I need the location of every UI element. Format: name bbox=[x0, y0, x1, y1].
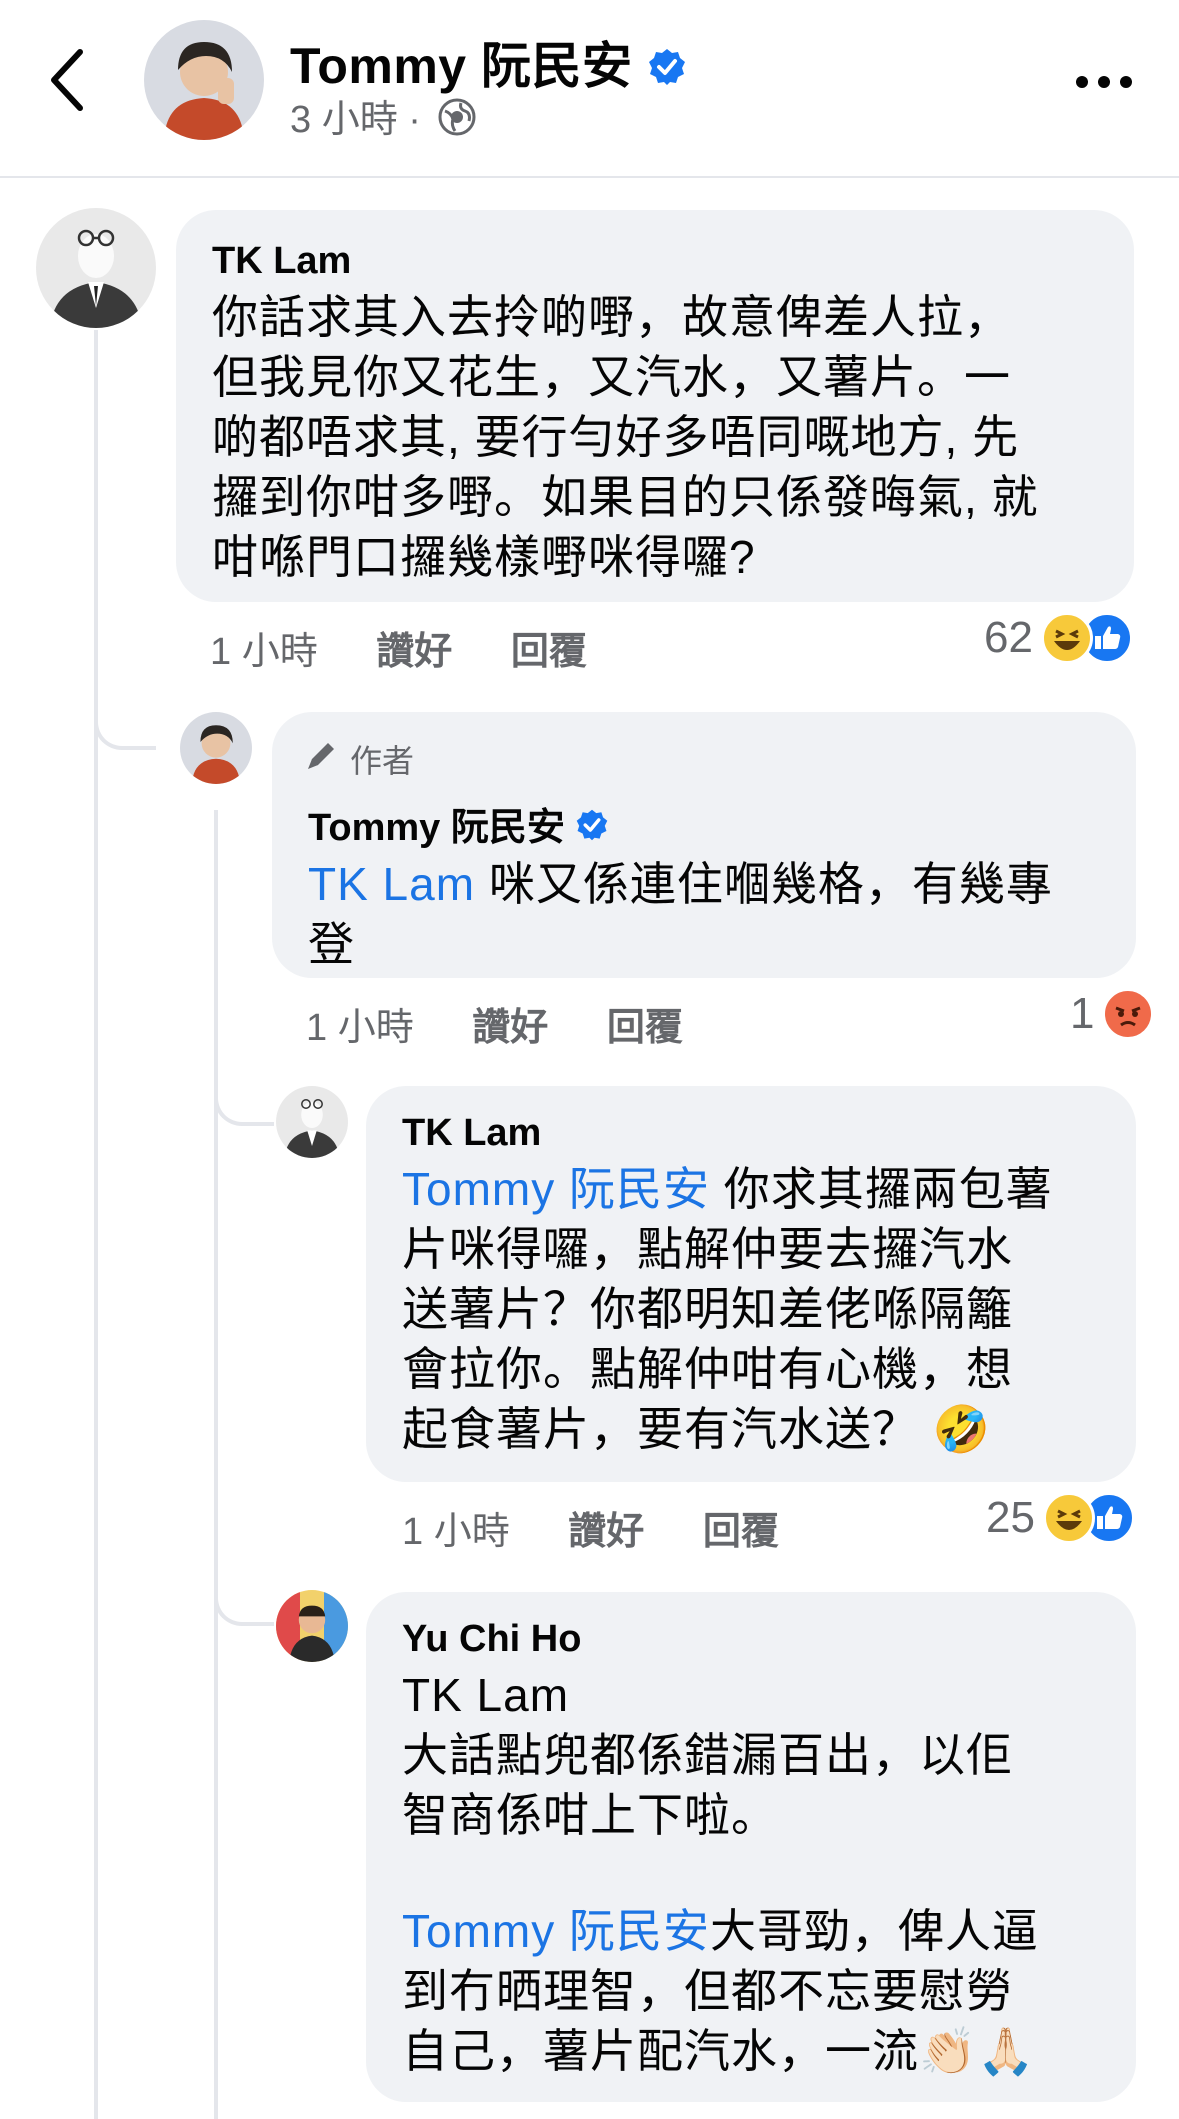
thread-connector bbox=[94, 640, 156, 750]
commenter-avatar[interactable] bbox=[276, 1086, 348, 1158]
comment-line: 大話點兜都係錯漏百出，以佢 bbox=[402, 1729, 1013, 1781]
author-badge: 作者 bbox=[304, 736, 1100, 782]
comment-bubble[interactable]: TK Lam Tommy 阮民安 你求其攞兩包薯 片咪得囉，點解仲要去攞汽水 送… bbox=[366, 1086, 1136, 1482]
comment-line: 咁喺門口攞幾樣嘢咪得囉? bbox=[212, 531, 756, 583]
comment-line: 會拉你。點解仲咁有心機，想 bbox=[402, 1343, 1013, 1395]
comment-line: 你求其攞兩包薯 bbox=[710, 1163, 1053, 1215]
author-avatar[interactable] bbox=[144, 20, 264, 140]
globe-icon bbox=[437, 97, 477, 147]
comment-line: 啲都唔求其, 要行勻好多唔同嘅地方, 先 bbox=[212, 411, 1020, 463]
comment-line: 你話求其入去拎啲嘢，故意俾差人拉， bbox=[212, 291, 1011, 343]
comment-line: 自己，薯片配汽水，一流👏🏻🙏🏻 bbox=[402, 2025, 1036, 2077]
reply-button[interactable]: 回覆 bbox=[607, 996, 683, 1051]
comment-line: 起食薯片，要有汽水送？ 🤣 bbox=[402, 1403, 992, 1455]
mention-link[interactable]: Tommy 阮民安 bbox=[402, 1163, 710, 1215]
commenter-name[interactable]: TK Lam bbox=[402, 1112, 1100, 1155]
comment-time: 1 小時 bbox=[306, 1007, 414, 1049]
comment-text: TK Lam 大話點兜都係錯漏百出，以佢 智商係咁上下啦。 Tommy 阮民安大… bbox=[402, 1665, 1100, 2081]
like-button[interactable]: 讚好 bbox=[376, 620, 452, 675]
post-time: 3 小時 · bbox=[290, 99, 421, 141]
reaction-count: 62 bbox=[984, 613, 1033, 662]
comment-line: 但我見你又花生，又汽水，又薯片。一 bbox=[212, 351, 1011, 403]
reaction-count: 1 bbox=[1070, 989, 1095, 1038]
reaction-count: 25 bbox=[986, 1493, 1035, 1542]
comment-text: Tommy 阮民安 你求其攞兩包薯 片咪得囉，點解仲要去攞汽水 送薯片？你都明知… bbox=[402, 1159, 1100, 1459]
like-button[interactable]: 讚好 bbox=[472, 996, 548, 1051]
author-badge-label: 作者 bbox=[350, 743, 415, 779]
comment-actions: 1 小時 讚好 回覆 bbox=[210, 620, 635, 675]
like-button[interactable]: 讚好 bbox=[568, 1500, 644, 1555]
angry-reaction-icon bbox=[1102, 988, 1155, 1040]
comment-bubble[interactable]: TK Lam 你話求其入去拎啲嘢，故意俾差人拉， 但我見你又花生，又汽水，又薯片… bbox=[176, 210, 1134, 602]
comment-line: 大哥勁，俾人逼 bbox=[710, 1905, 1039, 1957]
post-meta: 3 小時 · bbox=[290, 88, 477, 147]
comment-line: 送薯片？你都明知差佬喺隔籬 bbox=[402, 1283, 1013, 1335]
reaction-summary[interactable]: 25 bbox=[986, 1492, 1135, 1544]
thread-connector bbox=[214, 1040, 274, 1126]
haha-reaction-icon bbox=[1042, 1492, 1095, 1544]
haha-reaction-icon bbox=[1040, 612, 1093, 664]
mention-link[interactable]: TK Lam bbox=[308, 858, 475, 910]
verified-badge-icon bbox=[575, 808, 609, 852]
comment-text: 你話求其入去拎啲嘢，故意俾差人拉， 但我見你又花生，又汽水，又薯片。一 啲都唔求… bbox=[212, 287, 1098, 587]
comment-line: 咪又係連住嗰幾格，有幾專 bbox=[475, 857, 1053, 910]
comment-time: 1 小時 bbox=[402, 1511, 510, 1553]
post-header: Tommy 阮民安 3 小時 · bbox=[0, 0, 1179, 178]
comment-line: 智商係咁上下啦。 bbox=[402, 1789, 778, 1841]
comment-bubble[interactable]: 作者 Tommy 阮民安 TK Lam 咪又係連住嗰幾格，有幾專 登 bbox=[272, 712, 1136, 978]
reply-button[interactable]: 回覆 bbox=[703, 1500, 779, 1555]
reaction-summary[interactable]: 62 bbox=[984, 612, 1133, 664]
commenter-avatar[interactable] bbox=[276, 1590, 348, 1662]
comment-line: 攞到你咁多嘢。如果目的只係發晦氣, 就 bbox=[212, 471, 1039, 523]
commenter-name-text: Tommy 阮民安 bbox=[308, 807, 565, 849]
comment-line: TK Lam bbox=[402, 1669, 570, 1721]
thread-connector bbox=[214, 1540, 274, 1626]
pencil-icon bbox=[304, 737, 340, 781]
reply-button[interactable]: 回覆 bbox=[511, 620, 587, 675]
reaction-summary[interactable]: 1 bbox=[1070, 988, 1155, 1040]
commenter-name[interactable]: Tommy 阮民安 bbox=[308, 796, 1100, 852]
comment-actions: 1 小時 讚好 回覆 bbox=[306, 996, 731, 1051]
comment-line: 片咪得囉，點解仲要去攞汽水 bbox=[402, 1223, 1013, 1275]
comment-line: 到冇晒理智，但都不忘要慰勞 bbox=[402, 1965, 1013, 2017]
comment-bubble[interactable]: Yu Chi Ho TK Lam 大話點兜都係錯漏百出，以佢 智商係咁上下啦。 … bbox=[366, 1592, 1136, 2102]
comment-line: 登 bbox=[308, 917, 355, 970]
commenter-avatar[interactable] bbox=[36, 208, 156, 328]
commenter-name[interactable]: Yu Chi Ho bbox=[402, 1618, 1100, 1661]
mention-link[interactable]: Tommy 阮民安 bbox=[402, 1905, 710, 1957]
commenter-name[interactable]: TK Lam bbox=[212, 240, 1098, 283]
thread-line-reply bbox=[214, 810, 218, 2119]
more-options-icon[interactable] bbox=[1074, 70, 1134, 94]
comment-actions: 1 小時 讚好 回覆 bbox=[402, 1500, 827, 1555]
comment-text: TK Lam 咪又係連住嗰幾格，有幾專 登 bbox=[308, 854, 1100, 974]
commenter-avatar[interactable] bbox=[180, 712, 252, 784]
comment-time: 1 小時 bbox=[210, 631, 318, 673]
author-name: Tommy 阮民安 bbox=[290, 38, 633, 94]
back-arrow-icon[interactable] bbox=[40, 40, 100, 120]
thread-line-main bbox=[94, 330, 98, 2119]
verified-badge-icon bbox=[647, 41, 687, 99]
